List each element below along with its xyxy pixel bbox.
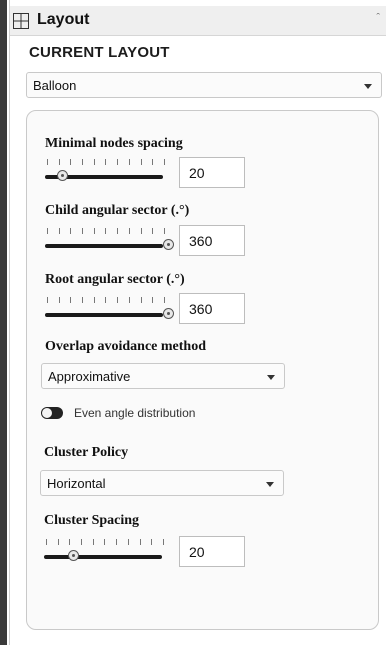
toggle-knob [42,408,52,418]
panel-title: Layout [37,11,90,28]
chevron-down-icon [267,375,275,380]
window-edge [0,0,7,645]
overlap-method-select[interactable]: Approximative [41,363,285,389]
layout-select-value: Balloon [33,78,77,93]
current-layout-heading: CURRENT LAYOUT [29,44,170,61]
slider-ticks [47,297,165,304]
collapse-arrow-icon[interactable]: ˆ [376,12,380,24]
slider-thumb[interactable] [163,308,174,319]
child-angular-sector-label: Child angular sector (.°) [45,203,190,218]
slider-thumb[interactable] [57,170,68,181]
cluster-policy-select[interactable]: Horizontal [40,470,284,496]
cluster-spacing-input[interactable]: 20 [179,536,245,567]
layout-select[interactable]: Balloon [26,72,382,98]
root-angular-sector-input[interactable]: 360 [179,293,245,324]
even-angle-label: Even angle distribution [74,406,196,420]
min-nodes-spacing-input[interactable]: 20 [179,157,245,188]
slider-track [45,244,163,248]
min-nodes-spacing-label: Minimal nodes spacing [45,136,183,151]
cluster-spacing-label: Cluster Spacing [44,513,140,528]
panel-header[interactable]: Layout ˆ [10,6,386,36]
layout-window: Layout ˆ CURRENT LAYOUT Balloon Minimal … [0,0,386,645]
slider-ticks [47,159,165,166]
root-angular-sector-label: Root angular sector (.°) [45,272,185,287]
cluster-spacing-slider[interactable] [44,539,172,567]
even-angle-toggle[interactable] [41,407,63,419]
slider-track [45,313,163,317]
slider-thumb[interactable] [68,550,79,561]
layout-panel: Layout ˆ CURRENT LAYOUT Balloon Minimal … [9,0,386,645]
overlap-method-label: Overlap avoidance method [45,339,206,354]
min-nodes-spacing-slider[interactable] [45,159,173,187]
root-angular-sector-slider[interactable] [45,297,174,325]
slider-ticks [46,539,164,546]
child-angular-sector-input[interactable]: 360 [179,225,245,256]
chevron-down-icon [266,482,274,487]
grid-icon [13,13,29,29]
overlap-method-value: Approximative [48,369,131,384]
child-angular-sector-slider[interactable] [45,228,174,256]
cluster-policy-value: Horizontal [47,476,106,491]
cluster-policy-label: Cluster Policy [44,445,129,460]
slider-ticks [47,228,165,235]
slider-track [44,555,162,559]
chevron-down-icon [364,84,372,89]
slider-thumb[interactable] [163,239,174,250]
